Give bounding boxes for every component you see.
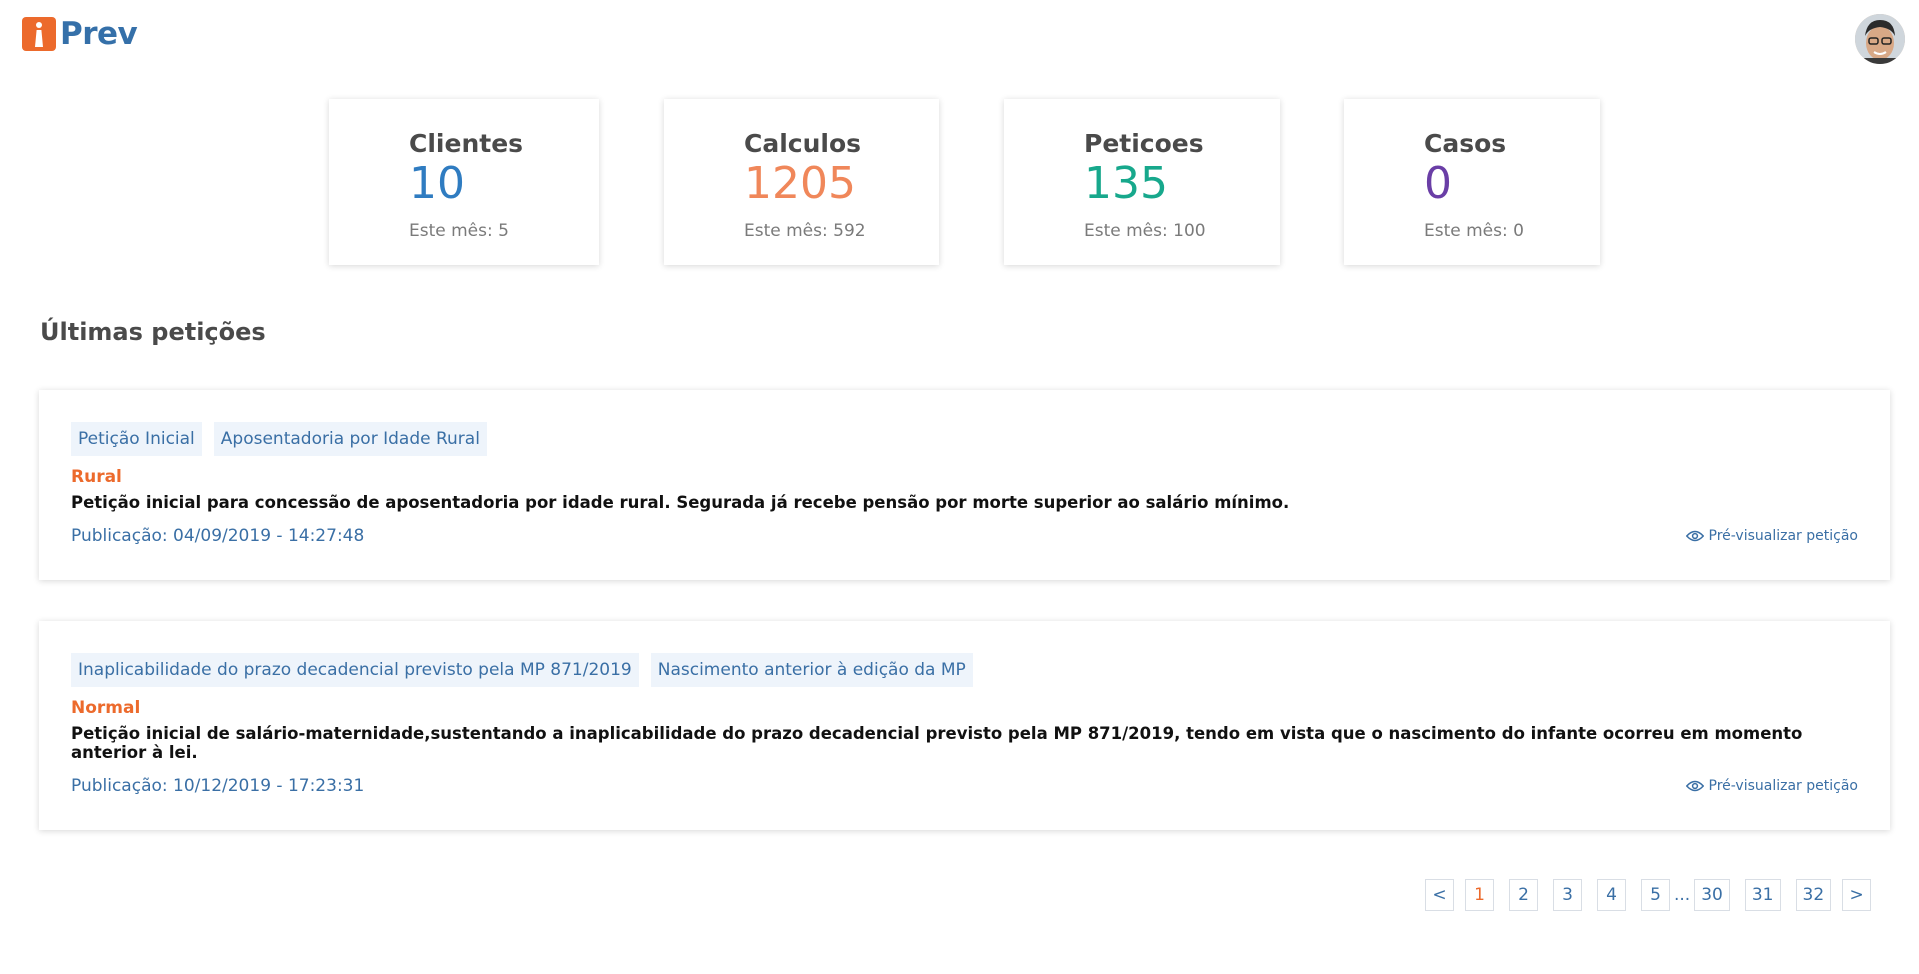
pagination: < 1 2 3 4 5 ... 30 31 32 >	[1425, 879, 1872, 911]
preview-label: Pré-visualizar petição	[1708, 778, 1859, 794]
tag-list: Petição Inicial Aposentadoria por Idade …	[71, 422, 1858, 456]
publication-date: Publicação: 04/09/2019 - 14:27:48	[71, 526, 365, 546]
stat-value: 1205	[744, 158, 856, 209]
pagination-page-30[interactable]: 30	[1694, 879, 1730, 911]
petition-type: Rural	[71, 467, 122, 487]
app-logo[interactable]: Prev	[22, 16, 138, 52]
eye-icon	[1685, 780, 1704, 792]
stat-card-clientes[interactable]: Clientes 10 Este mês: 5	[329, 99, 599, 265]
stat-value: 10	[409, 158, 465, 209]
user-avatar[interactable]	[1855, 14, 1905, 64]
petition-card: Inaplicabilidade do prazo decadencial pr…	[39, 621, 1890, 830]
petition-description: Petição inicial para concessão de aposen…	[71, 493, 1290, 512]
publication-date: Publicação: 10/12/2019 - 17:23:31	[71, 776, 365, 796]
stat-label: Clientes	[409, 129, 524, 158]
stat-monthly: Este mês: 100	[1084, 221, 1206, 241]
pagination-prev-button[interactable]: <	[1425, 879, 1454, 911]
petition-card: Petição Inicial Aposentadoria por Idade …	[39, 390, 1890, 580]
pagination-page-4[interactable]: 4	[1597, 879, 1626, 911]
petition-type: Normal	[71, 698, 141, 718]
preview-label: Pré-visualizar petição	[1708, 528, 1859, 544]
stat-card-peticoes[interactable]: Peticoes 135 Este mês: 100	[1004, 99, 1280, 265]
stat-label: Calculos	[744, 129, 862, 158]
stat-label: Peticoes	[1084, 129, 1204, 158]
pagination-next-button[interactable]: >	[1842, 879, 1872, 911]
pagination-page-5[interactable]: 5	[1641, 879, 1670, 911]
petition-footer: Publicação: 04/09/2019 - 14:27:48 Pré-vi…	[71, 526, 1858, 546]
petition-tag[interactable]: Inaplicabilidade do prazo decadencial pr…	[71, 653, 639, 687]
stat-monthly: Este mês: 5	[409, 221, 509, 241]
pagination-page-32[interactable]: 32	[1795, 879, 1832, 911]
petition-tag[interactable]: Petição Inicial	[71, 422, 202, 456]
stat-value: 135	[1084, 158, 1168, 209]
preview-petition-link[interactable]: Pré-visualizar petição	[1685, 778, 1859, 794]
preview-petition-link[interactable]: Pré-visualizar petição	[1685, 528, 1859, 544]
section-title: Últimas petições	[40, 318, 266, 346]
petition-tag[interactable]: Nascimento anterior à edição da MP	[650, 653, 973, 687]
logo-icon	[22, 17, 56, 51]
pagination-page-1[interactable]: 1	[1465, 879, 1494, 911]
pagination-page-31[interactable]: 31	[1744, 879, 1781, 911]
stat-label: Casos	[1424, 129, 1507, 158]
petition-description: Petição inicial de salário-maternidade,s…	[71, 724, 1803, 762]
petition-tag[interactable]: Aposentadoria por Idade Rural	[213, 422, 487, 456]
stat-monthly: Este mês: 592	[744, 221, 866, 241]
stat-card-calculos[interactable]: Calculos 1205 Este mês: 592	[664, 99, 939, 265]
pagination-page-3[interactable]: 3	[1553, 879, 1582, 911]
stat-value: 0	[1424, 158, 1452, 209]
pagination-ellipsis: ...	[1674, 885, 1691, 905]
stat-card-casos[interactable]: Casos 0 Este mês: 0	[1344, 99, 1600, 265]
stat-monthly: Este mês: 0	[1424, 221, 1524, 241]
pagination-page-2[interactable]: 2	[1509, 879, 1538, 911]
eye-icon	[1685, 530, 1704, 542]
petition-footer: Publicação: 10/12/2019 - 17:23:31 Pré-vi…	[71, 776, 1858, 796]
tag-list: Inaplicabilidade do prazo decadencial pr…	[71, 653, 1858, 687]
logo-text: Prev	[60, 16, 138, 52]
